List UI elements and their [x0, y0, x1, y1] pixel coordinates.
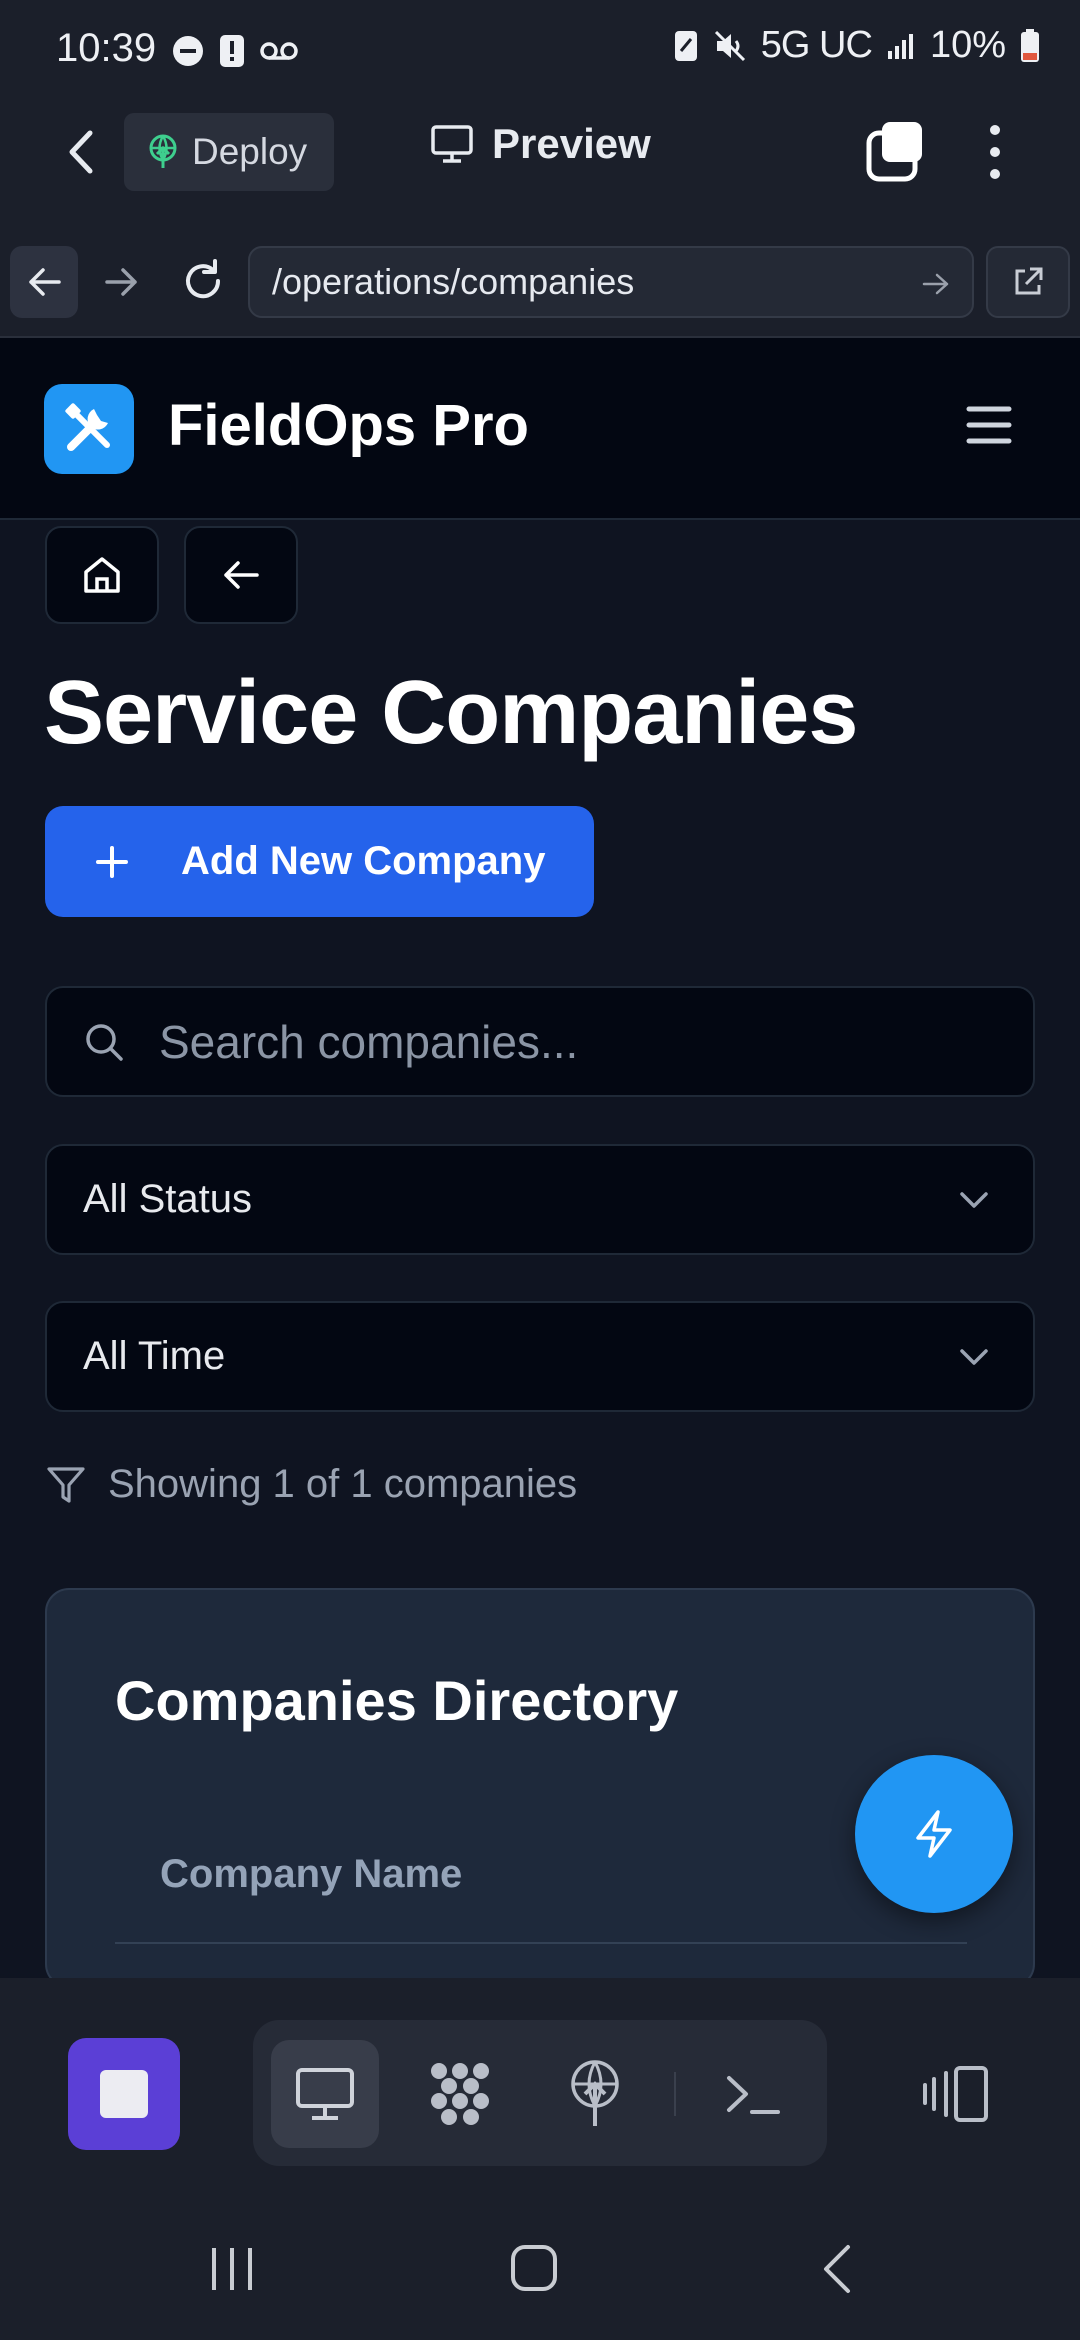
directory-title: Companies Directory	[115, 1669, 679, 1732]
preview-tool-button[interactable]	[271, 2040, 379, 2148]
network-type: 5G UC	[760, 24, 873, 66]
chevron-down-icon	[960, 1191, 988, 1208]
toolbar-divider	[674, 2072, 676, 2116]
browser-forward-button[interactable]	[100, 262, 144, 302]
time-filter-select[interactable]: All Time	[45, 1301, 1035, 1412]
home-button[interactable]	[45, 526, 159, 624]
workspace-tool-button[interactable]	[406, 2040, 514, 2148]
stop-icon	[100, 2070, 148, 2118]
plus-icon	[96, 845, 128, 878]
split-view-button[interactable]	[902, 2040, 1010, 2148]
filter-icon	[47, 1466, 85, 1503]
brand-logo	[44, 384, 134, 474]
alert-icon	[220, 35, 244, 67]
status-right: 5G UC 10%	[673, 24, 1040, 67]
status-time: 10:39	[56, 26, 157, 70]
home-nav-icon	[511, 2245, 557, 2291]
search-placeholder: Search companies...	[159, 1015, 579, 1068]
back-nav-icon	[824, 2245, 850, 2293]
time-filter-value: All Time	[83, 1334, 226, 1378]
tabs-icon	[866, 122, 922, 182]
results-count-text: Showing 1 of 1 companies	[108, 1462, 578, 1506]
external-link-icon	[1015, 267, 1043, 295]
status-filter-value: All Status	[83, 1177, 252, 1221]
arrow-left-icon	[29, 268, 61, 296]
refresh-button[interactable]	[180, 258, 226, 304]
stop-button[interactable]	[68, 2038, 180, 2150]
split-view-icon	[923, 2066, 988, 2122]
battery-percent: 10%	[929, 24, 1006, 66]
site-header	[0, 338, 1080, 520]
column-header-company-name[interactable]: Company Name	[160, 1852, 462, 1897]
search-input[interactable]: Search companies...	[45, 986, 1035, 1097]
deploy-icon	[149, 134, 177, 168]
recents-icon	[212, 2248, 252, 2290]
browser-back-button[interactable]	[10, 246, 78, 318]
status-filter-select[interactable]: All Status	[45, 1144, 1035, 1255]
table-header-divider	[115, 1942, 967, 1944]
add-company-label: Add New Company	[181, 839, 546, 883]
deploy-label: Deploy	[192, 131, 308, 172]
mute-icon	[714, 30, 745, 61]
monitor-icon	[431, 125, 473, 163]
page-title: Service Companies	[44, 663, 858, 763]
url-input[interactable]: /operations/companies	[248, 246, 974, 318]
voicemail-icon	[260, 42, 298, 60]
url-text: /operations/companies	[272, 261, 635, 302]
wrench-screwdriver-icon	[65, 403, 110, 451]
preview-tab[interactable]: Preview	[430, 120, 651, 168]
add-company-button[interactable]: Add New Company	[45, 806, 594, 917]
header-back-button[interactable]	[56, 124, 106, 180]
chevron-down-icon	[960, 1348, 988, 1365]
back-chevron-icon	[69, 130, 93, 174]
arrow-left-icon	[224, 561, 259, 589]
refresh-icon	[186, 259, 221, 299]
recents-nav-button[interactable]	[210, 2246, 254, 2292]
lightning-icon	[916, 1810, 952, 1858]
more-menu-button[interactable]	[980, 124, 1010, 180]
home-nav-button[interactable]	[510, 2244, 558, 2292]
minus-circle-icon	[173, 36, 203, 66]
monitor-icon	[296, 2068, 354, 2120]
deploy-tool-icon	[571, 2060, 619, 2126]
status-left-icons	[172, 34, 298, 68]
quick-action-button[interactable]	[855, 1755, 1013, 1913]
battery-icon	[1021, 28, 1039, 62]
nfc-icon	[674, 30, 697, 61]
terminal-icon	[727, 2076, 780, 2114]
deploy-tool-button[interactable]	[541, 2040, 649, 2148]
deploy-button[interactable]: Deploy	[124, 113, 334, 191]
workspace-icon	[431, 2063, 489, 2125]
signal-icon	[887, 33, 913, 59]
brand-name: FieldOps Pro	[168, 393, 529, 458]
go-arrow-icon[interactable]	[922, 272, 950, 296]
terminal-tool-button[interactable]	[700, 2040, 808, 2148]
hamburger-icon	[966, 406, 1012, 444]
arrow-right-icon	[105, 268, 137, 296]
status-bar: 10:39 5G UC 10%	[0, 0, 1080, 100]
search-icon	[86, 1023, 123, 1061]
tabs-button[interactable]	[866, 120, 926, 182]
open-external-button[interactable]	[986, 246, 1070, 318]
back-nav-button[interactable]	[822, 2244, 852, 2294]
preview-label: Preview	[492, 120, 651, 167]
hamburger-menu-button[interactable]	[966, 404, 1012, 446]
home-icon	[84, 557, 120, 593]
results-count: Showing 1 of 1 companies	[46, 1462, 577, 1507]
more-vert-icon	[990, 125, 1000, 179]
page-back-button[interactable]	[184, 526, 298, 624]
